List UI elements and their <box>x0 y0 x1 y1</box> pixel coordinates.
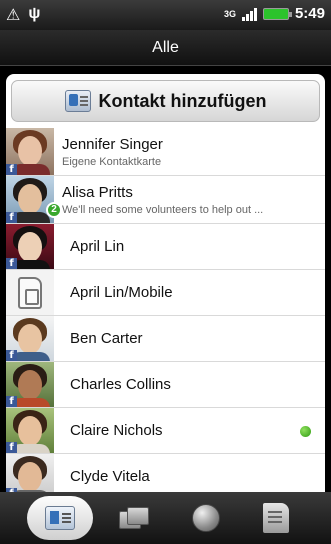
tab-contacts[interactable] <box>27 496 94 540</box>
network-type-3g-icon: 3G <box>223 8 236 19</box>
facebook-icon: f <box>6 396 17 407</box>
contact-status-message: We'll need some volunteers to help out .… <box>62 203 264 216</box>
sim-card-icon <box>6 270 54 315</box>
contacts-card-icon <box>45 506 76 530</box>
contact-row-april-lin[interactable]: f April Lin <box>6 224 325 270</box>
tab-online-directory[interactable] <box>178 496 234 540</box>
group-title[interactable]: Alle <box>0 30 331 66</box>
battery-icon <box>262 7 292 20</box>
contact-name: Alisa Pritts <box>62 183 133 201</box>
avatar[interactable]: f <box>6 176 54 223</box>
signal-bars-icon <box>241 7 257 21</box>
online-status-icon <box>300 426 311 437</box>
contact-name: Jennifer Singer <box>62 135 163 153</box>
avatar[interactable]: f <box>6 128 54 175</box>
tab-call-history[interactable] <box>248 496 304 540</box>
clock: 5:49 <box>294 5 325 22</box>
tab-groups[interactable] <box>107 496 163 540</box>
avatar[interactable]: f <box>6 408 54 453</box>
contact-row-claire-nichols[interactable]: f Claire Nichols <box>6 408 325 454</box>
contact-subtitle: Eigene Kontaktkarte <box>62 155 162 168</box>
status-bar: ⚠ ψ 3G 5:49 <box>0 0 331 30</box>
contact-row-jennifer-singer[interactable]: f Jennifer Singer Eigene Kontaktkarte <box>6 128 325 176</box>
facebook-icon: f <box>6 212 17 223</box>
contact-row-clyde-vitela[interactable]: f Clyde Vitela <box>6 454 325 492</box>
facebook-icon: f <box>6 164 17 175</box>
contact-name: April Lin <box>70 238 125 255</box>
contact-row-april-lin-mobile[interactable]: April Lin/Mobile <box>6 270 325 316</box>
bottom-tab-bar <box>0 492 331 544</box>
avatar[interactable]: f <box>6 224 54 269</box>
contact-name: Clyde Vitela <box>70 468 150 485</box>
contact-name: Ben Carter <box>70 330 143 347</box>
add-contact-label: Kontakt hinzufügen <box>98 90 267 111</box>
facebook-icon: f <box>6 350 17 361</box>
contact-name: April Lin/Mobile <box>70 284 173 301</box>
avatar[interactable]: f <box>6 362 54 407</box>
globe-icon <box>191 504 220 532</box>
contact-row-alisa-pritts[interactable]: f 2 Alisa Pritts We'll need some volunte… <box>6 176 325 224</box>
add-contact-button[interactable]: Kontakt hinzufügen <box>11 80 320 122</box>
update-count-badge: 2 <box>46 202 62 218</box>
facebook-icon: f <box>6 258 17 269</box>
facebook-icon: f <box>6 442 17 453</box>
contact-row-charles-collins[interactable]: f Charles Collins <box>6 362 325 408</box>
usb-icon: ψ <box>28 5 41 22</box>
contact-name: Charles Collins <box>70 376 171 393</box>
call-history-icon <box>262 503 289 533</box>
avatar[interactable]: f <box>6 316 54 361</box>
signal-strength-icon: ⚠ <box>6 7 21 24</box>
avatar[interactable]: f <box>6 454 54 492</box>
contact-name: Claire Nichols <box>70 422 163 439</box>
contacts-list[interactable]: Kontakt hinzufügen f Jennifer Singer Eig… <box>6 74 325 492</box>
contact-card-icon <box>64 90 91 112</box>
groups-icon <box>119 505 151 531</box>
contact-row-ben-carter[interactable]: f Ben Carter <box>6 316 325 362</box>
